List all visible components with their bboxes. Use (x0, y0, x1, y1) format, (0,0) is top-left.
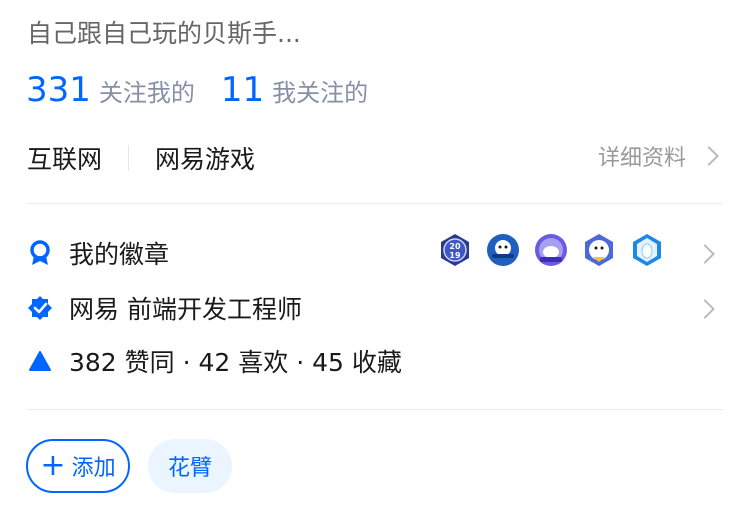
achievements-text: 382 赞同 · 42 喜欢 · 45 收藏 (69, 348, 402, 377)
badges-label: 我的徽章 (69, 240, 170, 269)
detail-info-link[interactable]: 详细资料 (597, 140, 719, 172)
divider (27, 203, 723, 204)
badges-row[interactable]: 我的徽章 20 19 (27, 233, 716, 273)
verified-badge-icon (27, 295, 53, 321)
tag-chip[interactable]: 花臂 (148, 439, 232, 493)
divider (27, 409, 723, 410)
triangle-up-icon (27, 348, 53, 374)
business-info-row: 互联网 网易游戏 详细资料 (27, 138, 719, 178)
followers-label: 关注我的 (98, 79, 195, 107)
add-tag-button[interactable]: + 添加 (26, 439, 130, 493)
chevron-right-icon (695, 244, 715, 264)
badge-unicorn-icon (534, 233, 568, 267)
add-tag-label: 添加 (71, 456, 116, 481)
company-label: 网易游戏 (155, 145, 256, 174)
svg-text:20: 20 (449, 242, 461, 251)
chevron-right-icon (695, 299, 715, 319)
certification-row[interactable]: 网易 前端开发工程师 (27, 288, 716, 328)
industry-label: 互联网 (27, 145, 103, 174)
profile-headline: 自己跟自己玩的贝斯手... (27, 19, 301, 48)
follow-stats: 331 关注我的 11 我关注的 (26, 70, 394, 110)
badge-mascot-icon (486, 233, 520, 267)
tags-actions: + 添加 花臂 (26, 439, 232, 493)
plus-icon: + (40, 448, 66, 483)
badge-2019-icon: 20 19 (438, 233, 472, 267)
detail-info-label: 详细资料 (597, 146, 686, 171)
svg-text:19: 19 (449, 251, 461, 260)
badge-hexagon-icon (630, 233, 664, 267)
achievements-row: 382 赞同 · 42 喜欢 · 45 收藏 (27, 341, 716, 381)
certification-label: 网易 前端开发工程师 (69, 295, 302, 324)
followers-count: 331 (26, 70, 91, 110)
badge-list: 20 19 (438, 233, 664, 267)
followers-stat[interactable]: 331 关注我的 (26, 70, 195, 110)
tag-label: 花臂 (167, 456, 212, 481)
following-label: 我关注的 (272, 79, 369, 107)
badge-bird-icon (582, 233, 616, 267)
following-stat[interactable]: 11 我关注的 (221, 70, 368, 110)
separator (128, 145, 130, 171)
badge-ribbon-icon (27, 240, 53, 266)
chevron-right-icon (699, 146, 719, 166)
following-count: 11 (220, 70, 265, 110)
